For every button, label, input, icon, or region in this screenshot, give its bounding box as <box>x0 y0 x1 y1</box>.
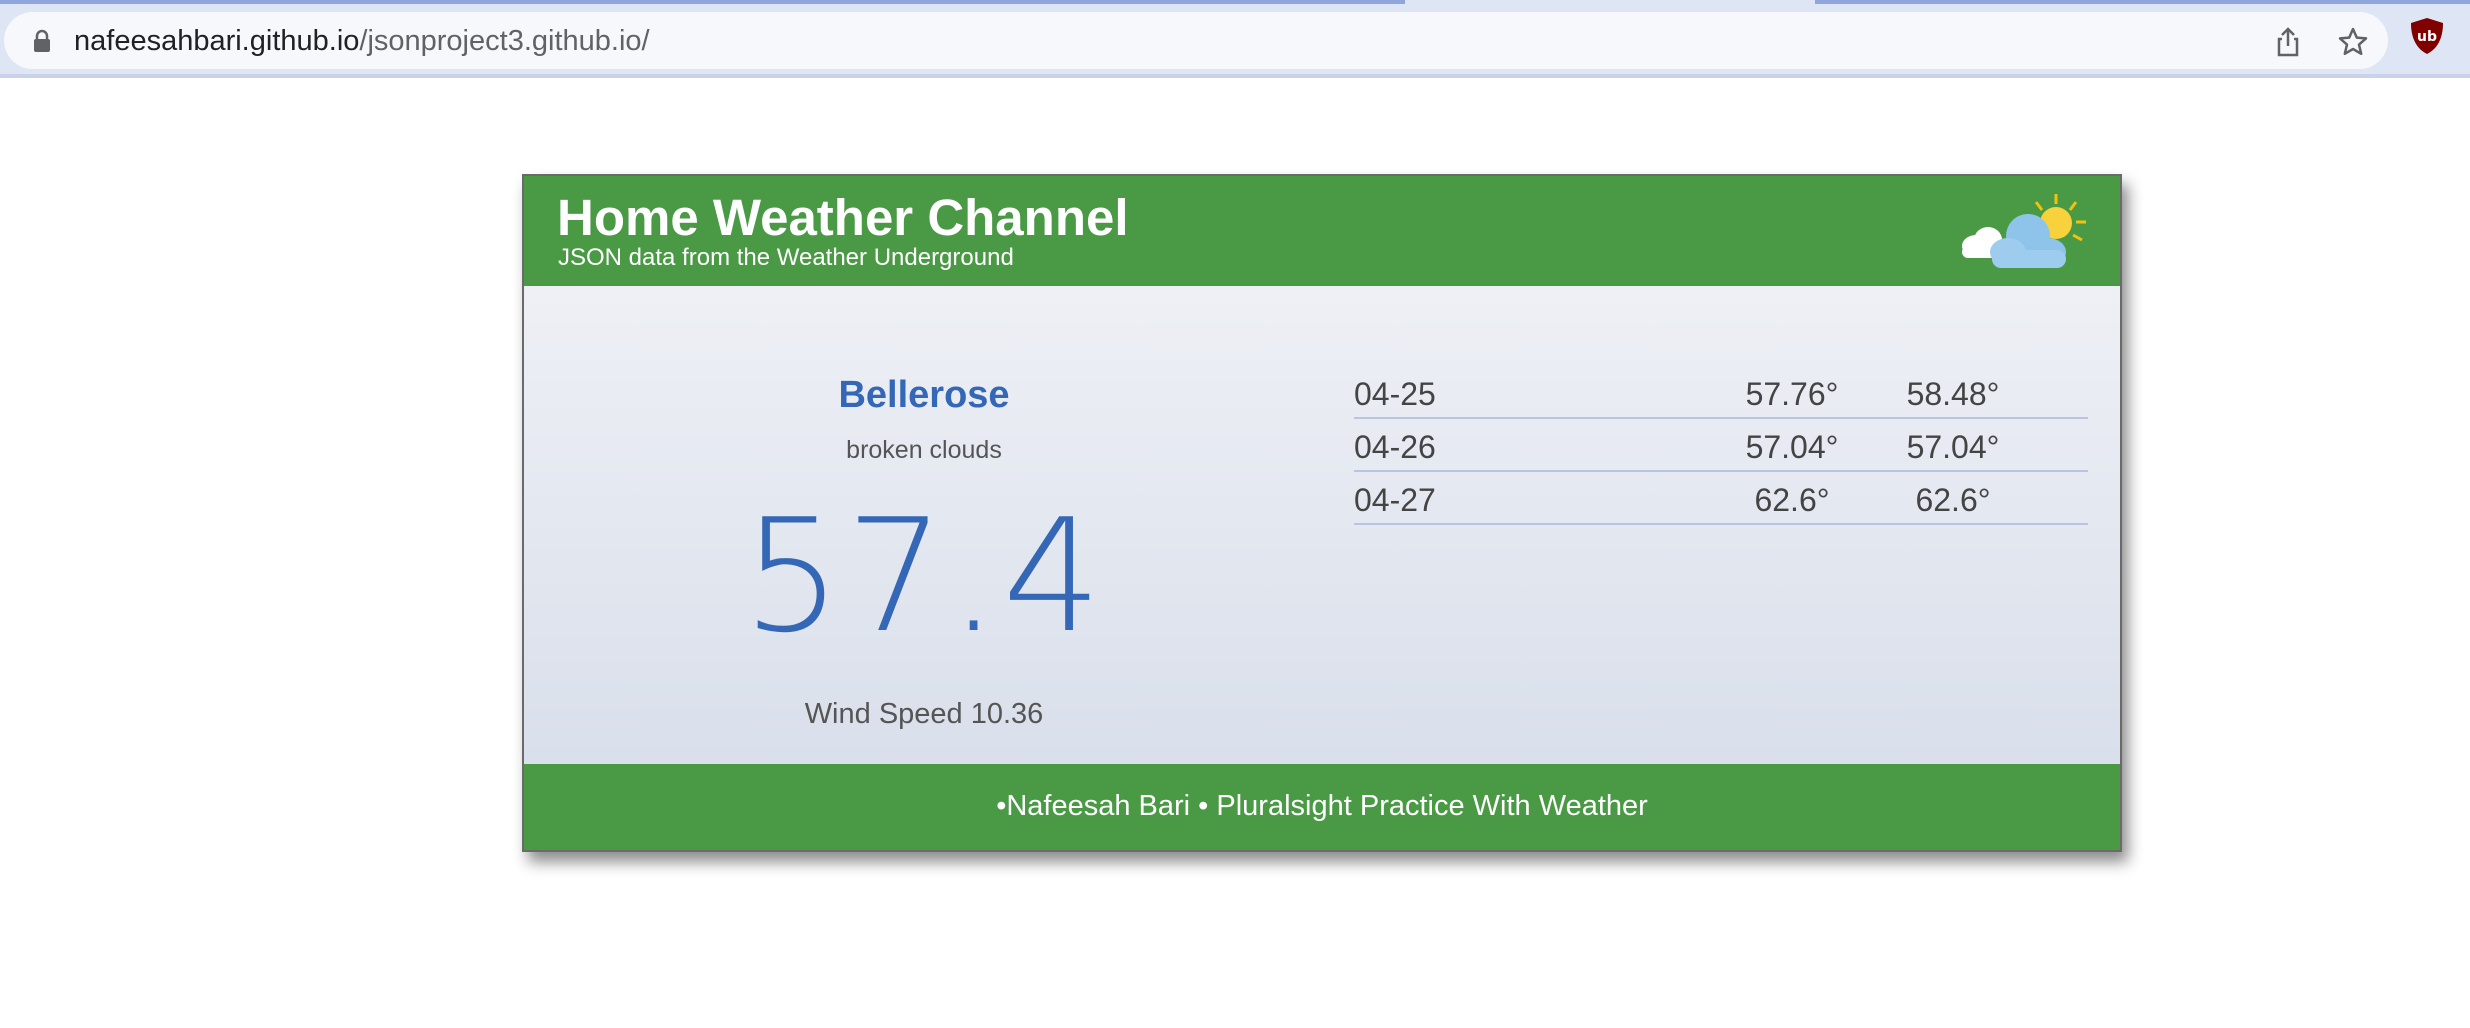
site-subtitle: JSON data from the Weather Underground <box>558 244 1014 271</box>
forecast-date: 04-26 <box>1354 429 1436 465</box>
forecast-row: 04-25 57.76° 58.48° <box>1354 366 2088 419</box>
toolbar-divider <box>0 74 2470 78</box>
browser-toolbar: nafeesahbari.github.io/jsonproject3.gith… <box>0 0 2470 78</box>
forecast-row: 04-27 62.6° 62.6° <box>1354 472 2088 525</box>
star-icon[interactable] <box>2337 26 2369 58</box>
svg-text:ub: ub <box>2417 29 2437 45</box>
footer-credits: •Nafeesah Bari • Pluralsight Practice Wi… <box>996 790 1648 822</box>
lock-icon[interactable] <box>32 29 52 53</box>
address-bar[interactable]: nafeesahbari.github.io/jsonproject3.gith… <box>4 12 2388 69</box>
url-text[interactable]: nafeesahbari.github.io/jsonproject3.gith… <box>74 24 650 58</box>
card-header: Home Weather Channel JSON data from the … <box>524 176 2120 286</box>
current-temperature: 57.4 <box>742 485 1106 667</box>
forecast-low: 57.04° <box>1745 429 1839 465</box>
site-title: Home Weather Channel <box>557 189 1129 246</box>
forecast-high: 58.48° <box>1906 376 2000 412</box>
current-conditions: Bellerose broken clouds 57.4 Wind Speed … <box>724 286 1124 764</box>
tab-strip-other[interactable] <box>1815 0 2470 4</box>
forecast-list: 04-25 57.76° 58.48° 04-26 57.04° 57.04° … <box>1354 366 2088 525</box>
card-body: Bellerose broken clouds 57.4 Wind Speed … <box>524 286 2120 764</box>
forecast-low: 62.6° <box>1754 482 1830 518</box>
weather-card: Home Weather Channel JSON data from the … <box>522 174 2122 852</box>
wind-speed: Wind Speed 10.36 <box>804 698 1044 730</box>
forecast-date: 04-27 <box>1354 482 1436 518</box>
url-path: /jsonproject3.github.io/ <box>359 25 650 57</box>
forecast-date: 04-25 <box>1354 376 1436 412</box>
url-host: nafeesahbari.github.io <box>74 25 360 57</box>
tab-strip-active[interactable] <box>0 0 1405 4</box>
city-name: Bellerose <box>838 374 1010 416</box>
conditions-text: broken clouds <box>846 436 1002 464</box>
card-footer: •Nafeesah Bari • Pluralsight Practice Wi… <box>524 764 2120 850</box>
forecast-high: 57.04° <box>1906 429 2000 465</box>
share-icon[interactable] <box>2272 26 2304 58</box>
forecast-row: 04-26 57.04° 57.04° <box>1354 419 2088 472</box>
forecast-low: 57.76° <box>1745 376 1839 412</box>
forecast-high: 62.6° <box>1915 482 1991 518</box>
partly-cloudy-icon <box>1962 194 2086 268</box>
ublock-icon[interactable]: ub <box>2410 17 2444 55</box>
